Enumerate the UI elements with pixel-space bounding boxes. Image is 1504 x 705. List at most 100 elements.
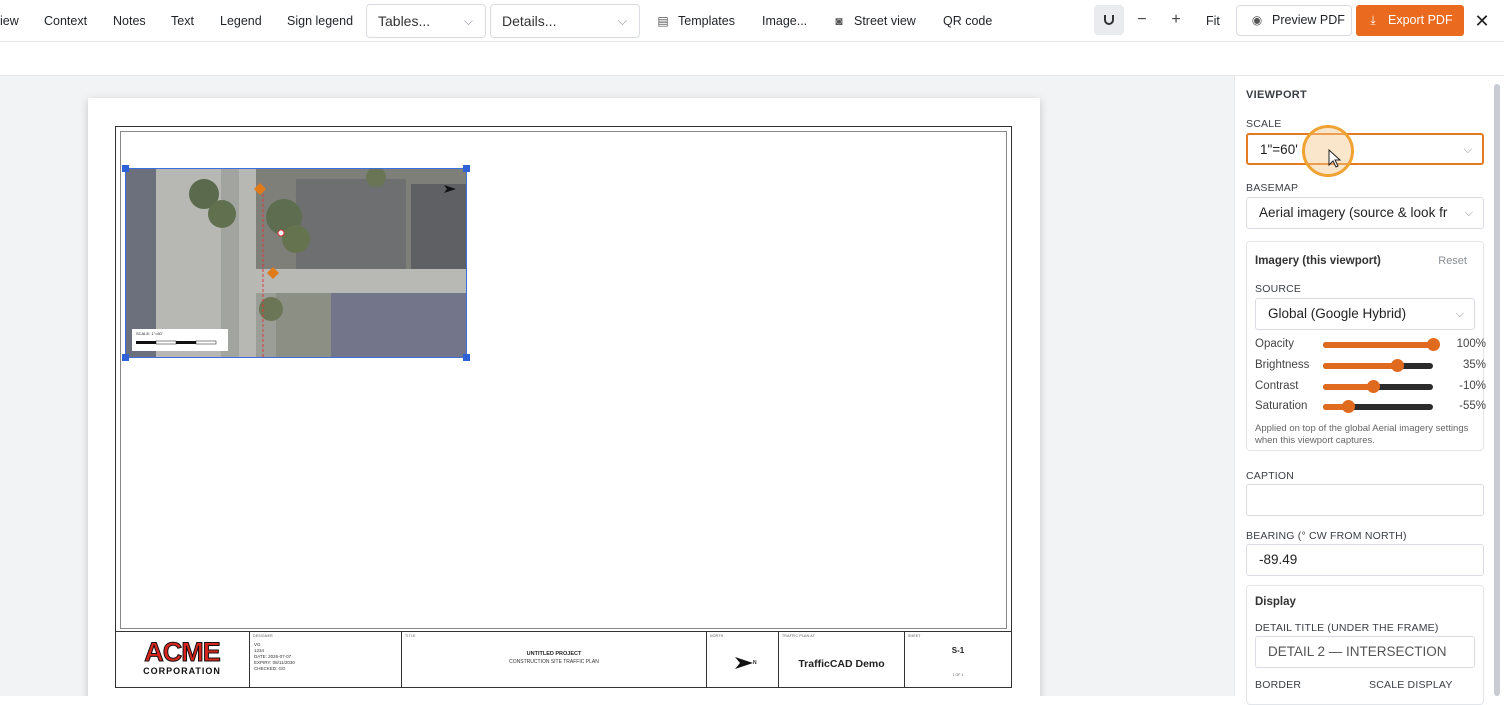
- secondary-bar: [0, 42, 1504, 76]
- street-view-label: Street view: [854, 14, 916, 28]
- designer-line: CHECKED: GG: [254, 666, 286, 671]
- chevron-down-icon: ⌵: [463, 14, 473, 28]
- toolbar-sign-legend[interactable]: Sign legend: [287, 0, 353, 42]
- aerial-imagery: SCALE: 1"=60': [126, 169, 466, 357]
- camera-icon: ◙: [835, 14, 843, 28]
- toolbar-text[interactable]: Text: [171, 0, 194, 42]
- panel-scrollbar[interactable]: [1494, 84, 1500, 696]
- caption-input[interactable]: [1246, 484, 1484, 516]
- selected-viewport[interactable]: SCALE: 1"=60': [122, 165, 470, 361]
- export-pdf-label: Export PDF: [1388, 13, 1453, 27]
- toolbar-view[interactable]: iew: [0, 0, 19, 42]
- project-title-cell: TITLE UNTITLED PROJECT CONSTRUCTION SITE…: [402, 632, 707, 687]
- qr-code-button[interactable]: QR code: [943, 0, 992, 42]
- viewport-properties-panel: VIEWPORT SCALE 1"=60' ⌵ BASEMAP Aerial i…: [1234, 76, 1504, 705]
- sheet-number: S-1: [951, 646, 965, 655]
- opacity-label: Opacity: [1255, 338, 1294, 350]
- image-button[interactable]: Image...: [762, 0, 807, 42]
- preview-pdf-label: Preview PDF: [1272, 13, 1345, 27]
- resize-handle-br[interactable]: [463, 354, 470, 361]
- designer-label: DESIGNER: [253, 634, 273, 638]
- chevron-down-icon: ⌵: [1460, 198, 1473, 228]
- chevron-down-icon: ⌵: [1451, 299, 1464, 329]
- chevron-down-icon: ⌵: [1459, 135, 1472, 163]
- sheet-canvas[interactable]: ACME CORPORATION DESIGNER VG 1234 DATE: …: [0, 76, 1234, 696]
- preview-pdf-button[interactable]: ◉ Preview PDF: [1236, 5, 1352, 36]
- street-view-button[interactable]: ◙ Street view: [832, 0, 916, 42]
- toolbar-context[interactable]: Context: [44, 0, 87, 42]
- display-card: Display DETAIL TITLE (UNDER THE FRAME) D…: [1246, 585, 1484, 705]
- fit-button[interactable]: Fit: [1206, 0, 1220, 42]
- opacity-value: 100%: [1456, 338, 1486, 350]
- imagery-title: Imagery (this viewport): [1255, 255, 1381, 267]
- project-subtitle: CONSTRUCTION SITE TRAFFIC PLAN: [509, 659, 599, 665]
- logo-top-text: ACME: [144, 637, 222, 667]
- scale-select[interactable]: 1"=60' ⌵: [1246, 133, 1484, 165]
- toolbar-legend[interactable]: Legend: [220, 0, 262, 42]
- details-select[interactable]: Details... ⌵: [490, 4, 640, 38]
- tables-select[interactable]: Tables... ⌵: [366, 4, 486, 38]
- detail-title-input[interactable]: DETAIL 2 — INTERSECTION: [1255, 636, 1475, 668]
- detail-title-label: DETAIL TITLE (UNDER THE FRAME): [1255, 622, 1439, 634]
- slider-knob[interactable]: [1366, 380, 1380, 393]
- border-label: BORDER: [1255, 679, 1302, 691]
- zoom-out-button[interactable]: −: [1127, 5, 1157, 35]
- sheet-of: 1 OF 1: [952, 673, 964, 677]
- imagery-reset-button[interactable]: Reset: [1438, 255, 1467, 267]
- title-label: TITLE: [405, 634, 416, 638]
- imagery-card: Imagery (this viewport) Reset SOURCE Glo…: [1246, 241, 1486, 451]
- acme-logo: ACME CORPORATION: [130, 637, 234, 677]
- north-arrow-icon: [735, 657, 753, 669]
- template-icon: ▤: [657, 14, 669, 28]
- north-cell: NORTH N: [707, 632, 779, 687]
- sheet-page: ACME CORPORATION DESIGNER VG 1234 DATE: …: [88, 98, 1040, 696]
- snap-toggle-button[interactable]: [1094, 5, 1124, 35]
- resize-handle-bl[interactable]: [122, 354, 129, 361]
- sheet-label: SHEET: [908, 634, 921, 638]
- bearing-label: BEARING (° CW FROM NORTH): [1246, 530, 1407, 542]
- close-icon[interactable]: ✕: [1470, 0, 1494, 42]
- top-toolbar: iew Context Notes Text Legend Sign legen…: [0, 0, 1504, 42]
- saturation-slider[interactable]: [1323, 400, 1433, 413]
- source-value: Global (Google Hybrid): [1268, 306, 1407, 321]
- export-pdf-button[interactable]: ⤓ Export PDF: [1356, 5, 1464, 36]
- north-label: NORTH: [710, 634, 724, 638]
- contrast-label: Contrast: [1255, 380, 1299, 392]
- saturation-value: -55%: [1459, 400, 1486, 412]
- brightness-slider[interactable]: [1323, 359, 1433, 372]
- project-title: UNTITLED PROJECT: [526, 651, 582, 657]
- scale-value: 1"=60': [1260, 142, 1298, 157]
- basemap-label: BASEMAP: [1246, 182, 1299, 194]
- resize-handle-tl[interactable]: [122, 165, 129, 172]
- bearing-input[interactable]: -89.49: [1246, 544, 1484, 576]
- slider-knob[interactable]: [1391, 359, 1405, 372]
- magnet-icon: [1104, 15, 1114, 25]
- viewport-scale-text: SCALE: 1"=60': [136, 331, 163, 336]
- caption-label: CAPTION: [1246, 470, 1295, 482]
- details-select-value: Details...: [502, 13, 557, 29]
- slider-knob[interactable]: [1427, 338, 1440, 351]
- plan-label: TRAFFIC PLAN AT: [782, 634, 815, 638]
- opacity-slider[interactable]: [1323, 338, 1440, 351]
- toolbar-notes[interactable]: Notes: [113, 0, 146, 42]
- slider-knob[interactable]: [1341, 400, 1355, 413]
- zoom-in-button[interactable]: +: [1161, 5, 1191, 35]
- saturation-slider-row: Saturation -55%: [1255, 398, 1486, 416]
- contrast-slider[interactable]: [1323, 380, 1433, 393]
- logo-bottom-text: CORPORATION: [143, 666, 221, 676]
- aerial-map-image: [126, 169, 466, 357]
- contrast-value: -10%: [1459, 380, 1486, 392]
- basemap-select[interactable]: Aerial imagery (source & look fr ⌵: [1246, 197, 1484, 229]
- tables-select-value: Tables...: [378, 13, 431, 29]
- eye-icon: ◉: [1251, 13, 1263, 27]
- saturation-label: Saturation: [1255, 400, 1308, 412]
- sheet-number-cell: SHEET S-1 1 OF 1: [905, 632, 1011, 687]
- scale-display-label: SCALE DISPLAY: [1369, 679, 1453, 691]
- plan-name-cell: TRAFFIC PLAN AT TrafficCAD Demo: [779, 632, 905, 687]
- source-select[interactable]: Global (Google Hybrid) ⌵: [1255, 298, 1475, 330]
- templates-button[interactable]: ▤ Templates: [656, 0, 735, 42]
- display-title: Display: [1255, 596, 1296, 608]
- resize-handle-tr[interactable]: [463, 165, 470, 172]
- templates-label: Templates: [678, 14, 735, 28]
- chevron-down-icon: ⌵: [617, 14, 627, 28]
